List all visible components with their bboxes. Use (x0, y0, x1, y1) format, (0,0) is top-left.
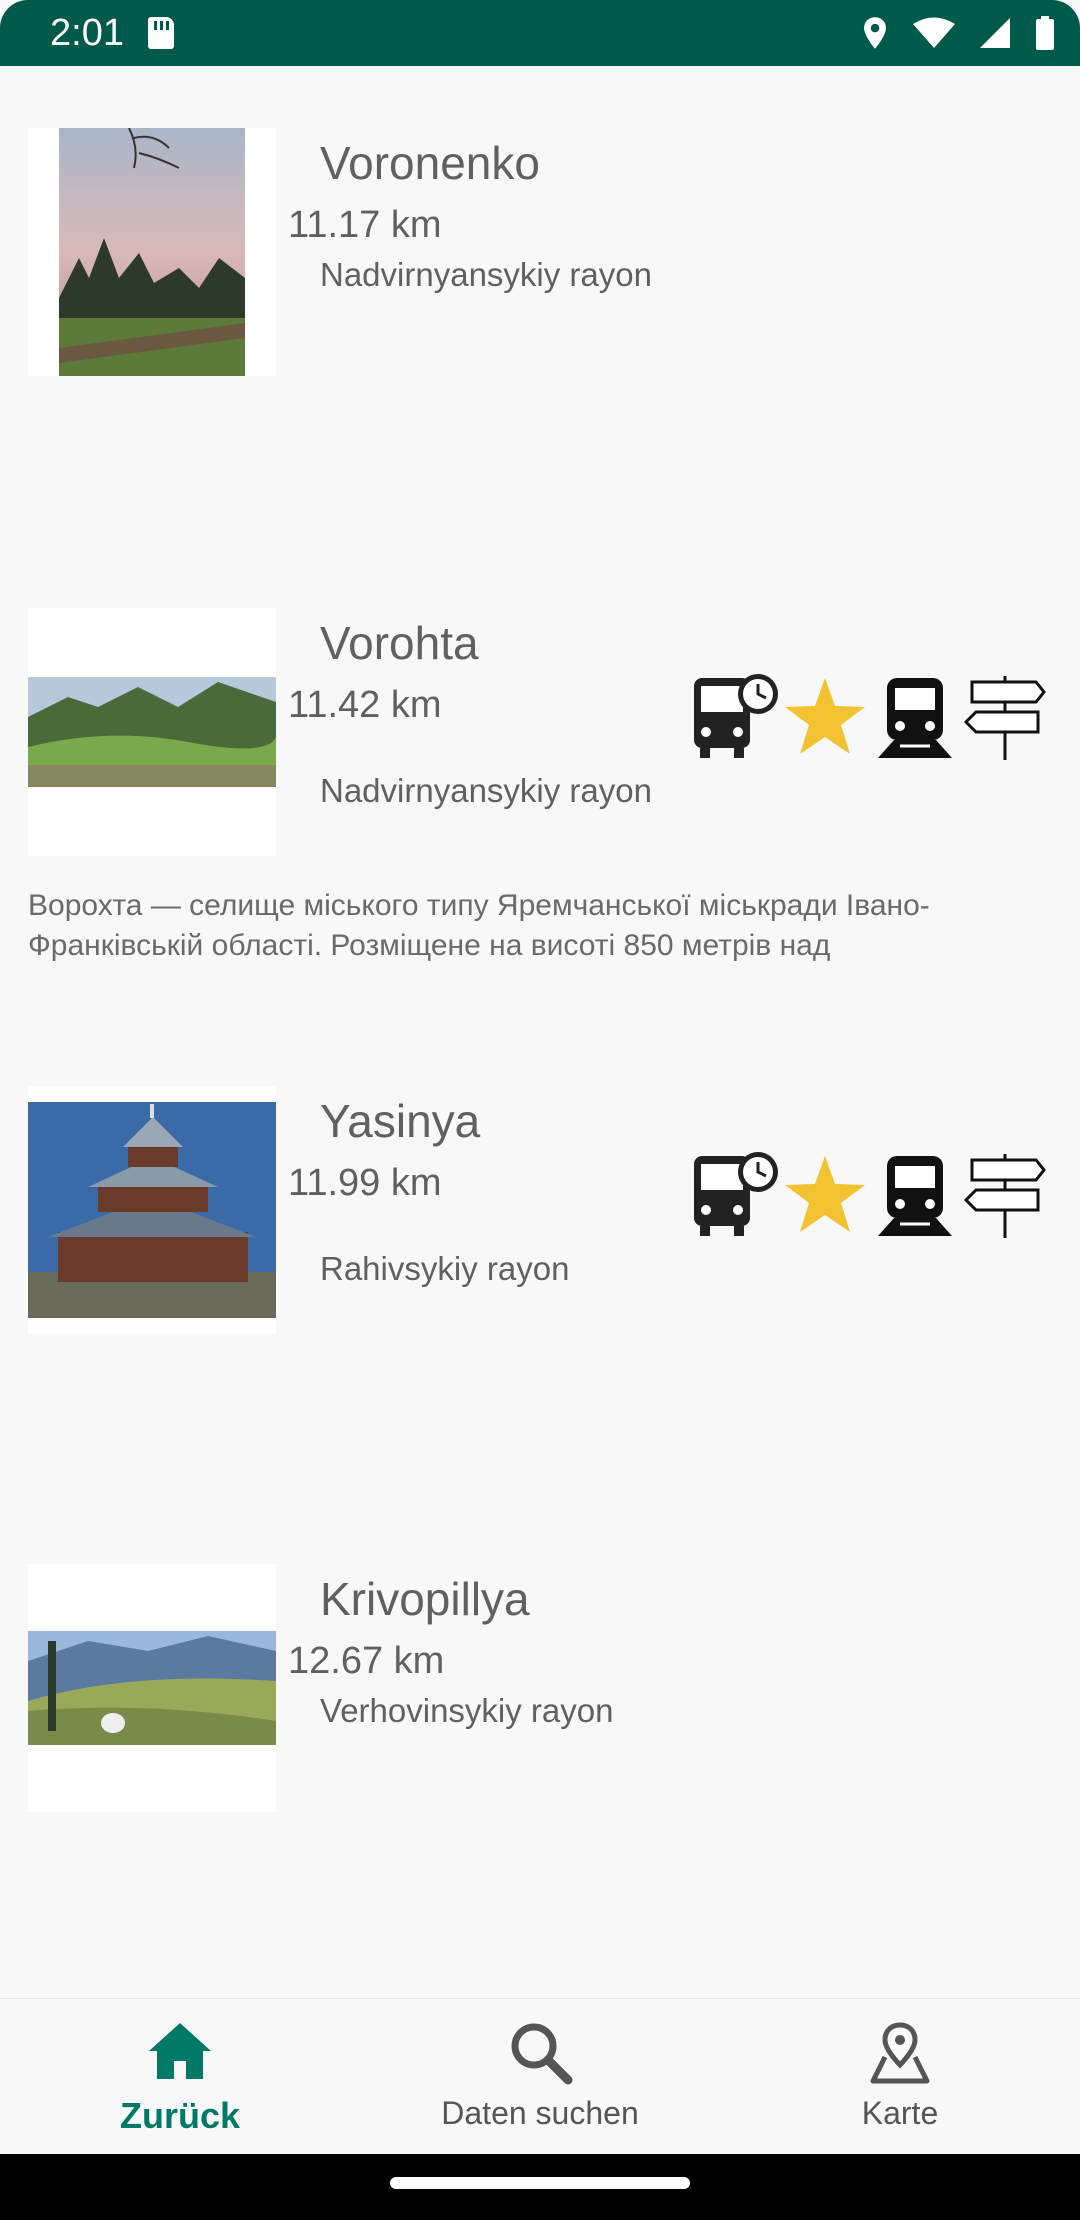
nav-label: Zurück (119, 2095, 241, 2136)
signpost-icon (962, 672, 1048, 762)
feature-icons (692, 672, 1048, 762)
star-icon (782, 672, 868, 762)
place-distance: 12.67 km (288, 1640, 445, 1682)
place-description: Ворохта — селище міського типу Яремчансь… (28, 889, 930, 962)
home-indicator[interactable] (390, 2177, 690, 2189)
nav-item-map[interactable]: Karte (720, 1999, 1080, 2154)
status-time: 2:01 (50, 11, 124, 54)
status-bar: 2:01 (0, 0, 1080, 66)
battery-icon (1036, 16, 1054, 50)
place-name: Yasinya (320, 1095, 481, 1147)
nav-label: Karte (861, 2095, 939, 2131)
sd-card-icon (147, 17, 174, 49)
place-region: Nadvirnyansykiy rayon (320, 256, 652, 293)
list-item-yasinya[interactable]: Yasinya 11.99 km Rahivsykiy rayon (0, 1086, 1080, 1566)
map-pin-icon (870, 2022, 930, 2084)
place-thumbnail (28, 1086, 276, 1334)
search-icon (511, 2023, 573, 2085)
place-distance: 11.17 km (288, 204, 442, 246)
home-icon (149, 2023, 211, 2079)
location-icon (864, 17, 886, 49)
place-region: Verhovinsykiy rayon (320, 1692, 614, 1729)
star-icon (782, 1150, 868, 1240)
train-icon (872, 672, 958, 762)
bus-schedule-icon (692, 1150, 778, 1240)
place-thumbnail (28, 1564, 276, 1812)
place-distance: 11.99 km (288, 1162, 442, 1204)
places-list[interactable]: Voronenko 11.17 km Nadvirnyansykiy rayon… (0, 66, 1080, 1998)
signal-icon (980, 18, 1010, 48)
list-item-krivopillya[interactable]: Krivopillya 12.67 km Verhovinsykiy rayon (0, 1564, 1080, 1998)
bus-schedule-icon (692, 672, 778, 762)
wifi-icon (913, 17, 955, 48)
place-thumbnail (28, 128, 276, 376)
place-name: Krivopillya (320, 1573, 530, 1625)
nav-item-search[interactable]: Daten suchen (360, 1999, 720, 2154)
feature-icons (692, 1150, 1048, 1240)
list-item-vorohta[interactable]: Vorohta 11.42 km Nadvirnyansykiy rayon В… (0, 608, 1080, 1088)
nav-label: Daten suchen (441, 2095, 639, 2131)
place-distance: 11.42 km (288, 684, 442, 726)
place-name: Voronenko (320, 137, 540, 189)
place-name: Vorohta (320, 617, 479, 669)
place-region: Rahivsykiy rayon (320, 1250, 570, 1287)
signpost-icon (962, 1150, 1048, 1240)
train-icon (872, 1150, 958, 1240)
place-region: Nadvirnyansykiy rayon (320, 772, 652, 809)
bottom-navigation: Zurück Daten suchen Karte (0, 1998, 1080, 2154)
list-item-voronenko[interactable]: Voronenko 11.17 km Nadvirnyansykiy rayon (0, 128, 1080, 608)
nav-item-home[interactable]: Zurück (0, 1999, 360, 2154)
place-thumbnail (28, 608, 276, 856)
